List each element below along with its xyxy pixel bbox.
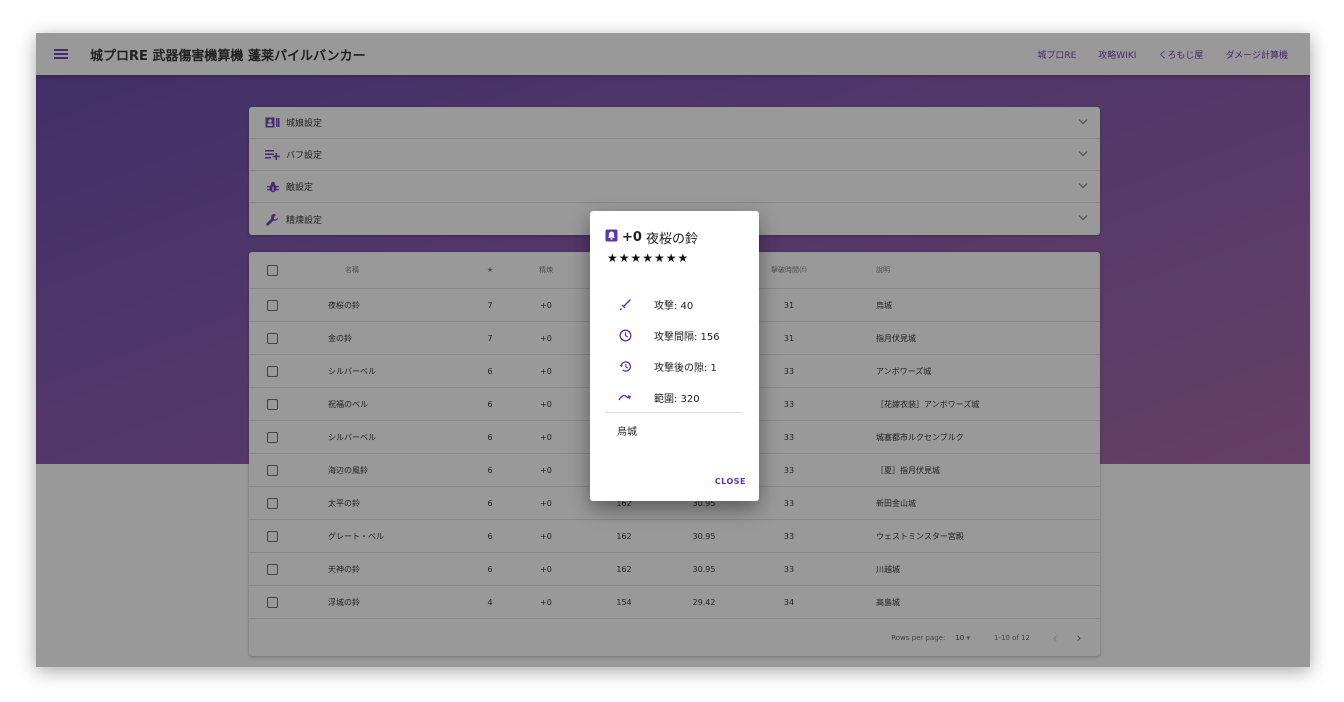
sword-icon xyxy=(605,298,645,311)
dialog-title: +0 夜桜の鈴 xyxy=(605,228,698,247)
bell-ring-icon xyxy=(605,229,618,246)
weapon-detail-dialog: +0 夜桜の鈴 ★★★★★★★ 攻撃: 40 攻撃間隔: 156 攻撃後の隙: … xyxy=(590,211,759,501)
stat-attack-interval: 攻撃間隔: 156 xyxy=(605,327,720,343)
stat-attack: 攻撃: 40 xyxy=(605,296,693,312)
history-icon xyxy=(605,360,645,373)
clock-icon xyxy=(605,329,645,342)
app-window: 城プロRE 武器傷害機算機 蓬莱パイルバンカー 城プロRE 攻略WIKI くろも… xyxy=(36,33,1310,667)
stat-text: 攻撃: 40 xyxy=(654,300,694,312)
dialog-refine: +0 xyxy=(622,230,642,245)
stat-text: 攻撃後の隙: 1 xyxy=(654,362,717,374)
dialog-weapon-name: 夜桜の鈴 xyxy=(645,232,698,247)
curve-arrow-icon xyxy=(605,392,645,402)
dialog-description: 烏城 xyxy=(617,427,637,438)
stat-post-attack-gap: 攻撃後の隙: 1 xyxy=(605,358,717,374)
dialog-rarity-stars: ★★★★★★★ xyxy=(607,251,690,265)
stat-text: 攻撃間隔: 156 xyxy=(654,331,720,343)
close-button[interactable]: CLOSE xyxy=(715,477,746,486)
dialog-divider xyxy=(605,412,743,413)
stat-range: 範圍: 320 xyxy=(605,389,700,405)
stat-text: 範圍: 320 xyxy=(654,393,700,405)
